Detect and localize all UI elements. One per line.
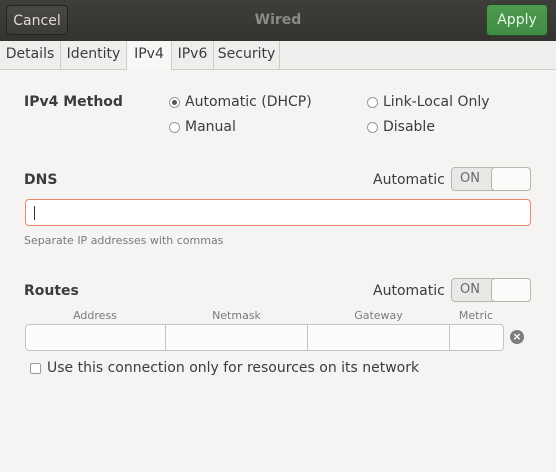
dns-automatic-switch[interactable]: ON <box>451 167 531 191</box>
dns-label: DNS <box>24 172 58 188</box>
only-local-label: Use this connection only for resources o… <box>47 360 420 376</box>
routes-automatic-switch[interactable]: ON <box>451 278 531 302</box>
radio-checked-icon <box>169 96 180 108</box>
route-gateway-input[interactable] <box>307 324 450 351</box>
radio-unchecked-icon <box>367 96 378 108</box>
radio-manual[interactable]: Manual <box>169 119 236 135</box>
radio-label: Manual <box>185 119 236 135</box>
switch-on-text: ON <box>460 282 480 297</box>
switch-on-text: ON <box>460 171 480 186</box>
only-local-checkbox-row[interactable]: Use this connection only for resources o… <box>30 360 419 376</box>
tab-ipv4[interactable]: IPv4 <box>126 41 172 70</box>
radio-label: Automatic (DHCP) <box>185 94 312 110</box>
radio-label: Disable <box>383 119 435 135</box>
route-metric-input[interactable] <box>449 324 504 351</box>
tab-bar: Details Identity IPv4 IPv6 Security <box>0 41 556 70</box>
header-bar: Cancel Wired Apply <box>0 0 556 42</box>
radio-unchecked-icon <box>367 121 378 133</box>
column-header-gateway: Gateway <box>354 309 403 322</box>
clear-icon[interactable]: × <box>510 330 524 344</box>
switch-knob <box>491 278 531 302</box>
column-header-address: Address <box>73 309 117 322</box>
radio-unchecked-icon <box>169 121 180 133</box>
dns-input[interactable] <box>25 199 531 226</box>
routes-automatic-label: Automatic <box>373 283 445 299</box>
radio-label: Link-Local Only <box>383 94 490 110</box>
tab-identity[interactable]: Identity <box>61 41 127 69</box>
column-header-metric: Metric <box>458 309 494 322</box>
column-header-netmask: Netmask <box>212 309 261 322</box>
dns-automatic-label: Automatic <box>373 172 445 188</box>
ipv4-method-label: IPv4 Method <box>24 94 123 110</box>
tab-ipv6[interactable]: IPv6 <box>172 41 214 69</box>
radio-link-local-only[interactable]: Link-Local Only <box>367 94 490 110</box>
radio-disable[interactable]: Disable <box>367 119 435 135</box>
radio-automatic-dhcp[interactable]: Automatic (DHCP) <box>169 94 312 110</box>
apply-button[interactable]: Apply <box>486 4 548 36</box>
switch-knob <box>491 167 531 191</box>
route-address-input[interactable] <box>25 324 166 351</box>
tab-details[interactable]: Details <box>0 41 61 69</box>
text-caret <box>34 206 35 220</box>
tab-security[interactable]: Security <box>214 41 280 69</box>
routes-label: Routes <box>24 283 79 299</box>
checkbox-unchecked-icon <box>30 362 41 374</box>
dns-hint: Separate IP addresses with commas <box>24 234 224 247</box>
window-title: Wired <box>254 12 302 28</box>
route-netmask-input[interactable] <box>165 324 308 351</box>
